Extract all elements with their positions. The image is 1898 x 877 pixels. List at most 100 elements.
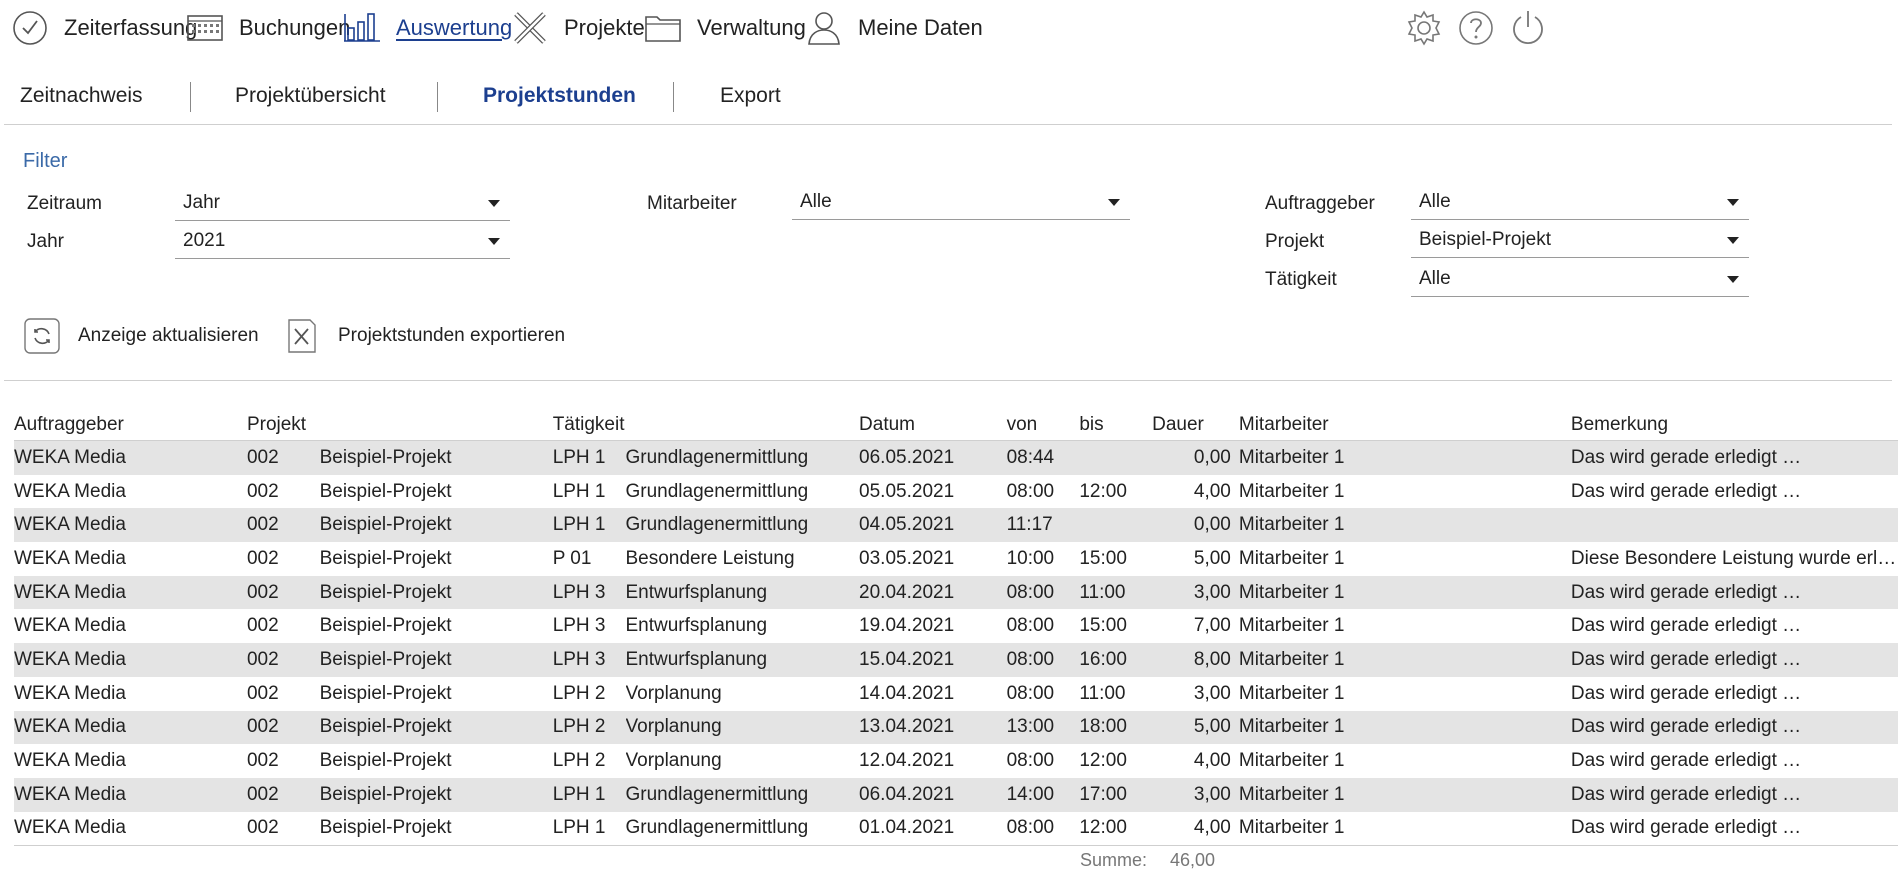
column-header-taetigkeit[interactable]: Tätigkeit [552, 404, 860, 441]
chevron-down-icon [488, 200, 500, 207]
cell-mitarbeiter: Mitarbeiter 1 [1238, 682, 1345, 704]
cell-von: 08:00 [1006, 615, 1055, 637]
cell-projekt-nr: 002 [246, 575, 320, 610]
cell-taetigkeit-code: LPH 3 [552, 615, 606, 637]
column-header-von[interactable]: von [1006, 404, 1080, 441]
table-row[interactable]: WEKA Media 002 Beispiel-Projekt LPH 1 Grundl… [14, 508, 1898, 543]
table-row[interactable]: WEKA Media 002 Beispiel-Projekt LPH 2 Vorpla… [14, 744, 1898, 778]
cell-bis: 17:00 [1079, 777, 1153, 812]
filter-title: Filter [23, 150, 68, 172]
mitarbeiter-select[interactable]: Alle [792, 191, 1130, 220]
cell-bis: 11:00 [1079, 575, 1153, 610]
cell-taetigkeit: Entwurfsplanung [625, 615, 768, 637]
pencil-ruler-icon [514, 12, 546, 44]
help-icon[interactable] [1456, 8, 1496, 48]
cell-taetigkeit: Vorplanung [625, 682, 722, 704]
cell-datum: 13.04.2021 [859, 710, 1007, 745]
cell-auftraggeber: WEKA Media [14, 643, 247, 677]
table-row[interactable]: WEKA Media 002 Beispiel-Projekt LPH 1 Grundl… [14, 777, 1898, 812]
export-label: Projektstunden exportieren [338, 325, 566, 346]
table-header-row: Auftraggeber Projekt Tätigkeit Datum von… [14, 404, 1898, 441]
bar-chart-icon [344, 13, 380, 42]
power-icon[interactable] [1508, 8, 1548, 48]
cell-taetigkeit-code: LPH 1 [552, 480, 606, 502]
cell-projekt-nr: 002 [246, 777, 320, 812]
cell-bis: 16:00 [1079, 643, 1153, 677]
divider [4, 380, 1892, 381]
refresh-button[interactable]: Anzeige aktualisieren [24, 318, 259, 354]
table-row[interactable]: WEKA Media 002 Beispiel-Projekt LPH 2 Vorpla… [14, 710, 1898, 745]
table-row[interactable]: WEKA Media 002 Beispiel-Projekt P 01 Besonde… [14, 542, 1898, 576]
table-row[interactable]: WEKA Media 002 Beispiel-Projekt LPH 3 Entwur… [14, 575, 1898, 610]
cell-dauer: 4,00 [1193, 480, 1231, 502]
nav-projekte[interactable]: Projekte [510, 6, 645, 50]
cell-taetigkeit: Grundlagenermittlung [625, 811, 860, 847]
tab-projektstunden[interactable]: Projektstunden [483, 84, 636, 108]
table-row[interactable]: WEKA Media 002 Beispiel-Projekt LPH 1 Grundl… [14, 440, 1898, 475]
column-header-auftraggeber[interactable]: Auftraggeber [14, 404, 247, 441]
nav-auswertung[interactable]: Auswertung [342, 6, 512, 50]
cell-bemerkung: Das wird gerade erledigt … [1570, 615, 1802, 637]
table-row[interactable]: WEKA Media 002 Beispiel-Projekt LPH 2 Vorpla… [14, 677, 1898, 711]
column-header-dauer[interactable]: Dauer [1152, 404, 1239, 441]
cell-projekt: Beispiel-Projekt [319, 615, 452, 637]
nav-buchungen[interactable]: Buchungen [185, 6, 350, 50]
cell-dauer: 7,00 [1193, 615, 1231, 637]
nav-meine-daten[interactable]: Meine Daten [804, 6, 983, 50]
cell-bemerkung: Das wird gerade erledigt … [1570, 777, 1898, 812]
cell-auftraggeber: WEKA Media [14, 777, 247, 812]
cell-dauer: 0,00 [1152, 440, 1239, 475]
cell-taetigkeit-code: P 01 [552, 547, 592, 569]
cell-bis: 12:00 [1079, 480, 1127, 502]
cell-von: 10:00 [1006, 547, 1055, 569]
column-header-datum[interactable]: Datum [859, 404, 1007, 441]
chevron-down-icon [488, 238, 500, 245]
cell-mitarbeiter: Mitarbeiter 1 [1238, 508, 1571, 543]
cell-von: 08:00 [1006, 750, 1055, 772]
cell-auftraggeber: WEKA Media [14, 480, 126, 502]
table-row[interactable]: WEKA Media 002 Beispiel-Projekt LPH 1 Grundl… [14, 475, 1898, 509]
nav-zeiterfassung[interactable]: Zeiterfassung [10, 6, 197, 50]
tab-projektuebersicht[interactable]: Projektübersicht [235, 84, 386, 108]
nav-label: Meine Daten [858, 15, 983, 40]
cell-mitarbeiter: Mitarbeiter 1 [1238, 750, 1345, 772]
summe-value: 46,00 [1170, 850, 1216, 870]
cell-taetigkeit-code: LPH 2 [552, 710, 626, 745]
tab-export[interactable]: Export [720, 84, 781, 108]
cell-bemerkung [1570, 508, 1898, 543]
mitarbeiter-label: Mitarbeiter [647, 193, 737, 214]
cell-bis: 15:00 [1079, 547, 1127, 569]
projektstunden-table: Auftraggeber Projekt Tätigkeit Datum von… [14, 404, 1898, 847]
nav-verwaltung[interactable]: Verwaltung [643, 6, 806, 50]
table-row[interactable]: WEKA Media 002 Beispiel-Projekt LPH 3 Entwur… [14, 643, 1898, 677]
column-header-bemerkung[interactable]: Bemerkung [1570, 404, 1898, 441]
column-header-mitarbeiter[interactable]: Mitarbeiter [1238, 404, 1571, 441]
cell-auftraggeber: WEKA Media [14, 508, 247, 543]
nav-label: Verwaltung [697, 15, 806, 40]
cell-datum: 15.04.2021 [859, 643, 1007, 677]
taetigkeit-select[interactable]: Alle [1411, 268, 1749, 297]
projekt-select[interactable]: Beispiel-Projekt [1411, 229, 1749, 258]
cell-bemerkung: Das wird gerade erledigt … [1570, 682, 1802, 704]
tab-divider [437, 82, 438, 112]
auftraggeber-select[interactable]: Alle [1411, 191, 1749, 220]
jahr-select[interactable]: 2021 [175, 230, 510, 259]
column-header-bis[interactable]: bis [1079, 404, 1153, 441]
tab-divider [673, 82, 674, 112]
column-header-projekt[interactable]: Projekt [246, 404, 553, 441]
table-row[interactable]: WEKA Media 002 Beispiel-Projekt LPH 1 Grundl… [14, 811, 1898, 847]
cell-projekt-nr: 002 [246, 710, 320, 745]
export-button[interactable]: Projektstunden exportieren [284, 318, 565, 354]
zeitraum-select[interactable]: Jahr [175, 192, 510, 221]
gear-icon[interactable] [1404, 8, 1444, 48]
cell-projekt: Beispiel-Projekt [319, 480, 452, 502]
cell-projekt-nr: 002 [246, 643, 320, 677]
refresh-label: Anzeige aktualisieren [78, 325, 259, 346]
table-row[interactable]: WEKA Media 002 Beispiel-Projekt LPH 3 Entwur… [14, 609, 1898, 643]
nav-label: Auswertung [396, 15, 513, 40]
tab-zeitnachweis[interactable]: Zeitnachweis [20, 84, 143, 108]
cell-taetigkeit-code: LPH 1 [552, 440, 626, 475]
cell-mitarbeiter: Mitarbeiter 1 [1238, 440, 1571, 475]
cell-auftraggeber: WEKA Media [14, 710, 247, 745]
divider [4, 124, 1892, 125]
